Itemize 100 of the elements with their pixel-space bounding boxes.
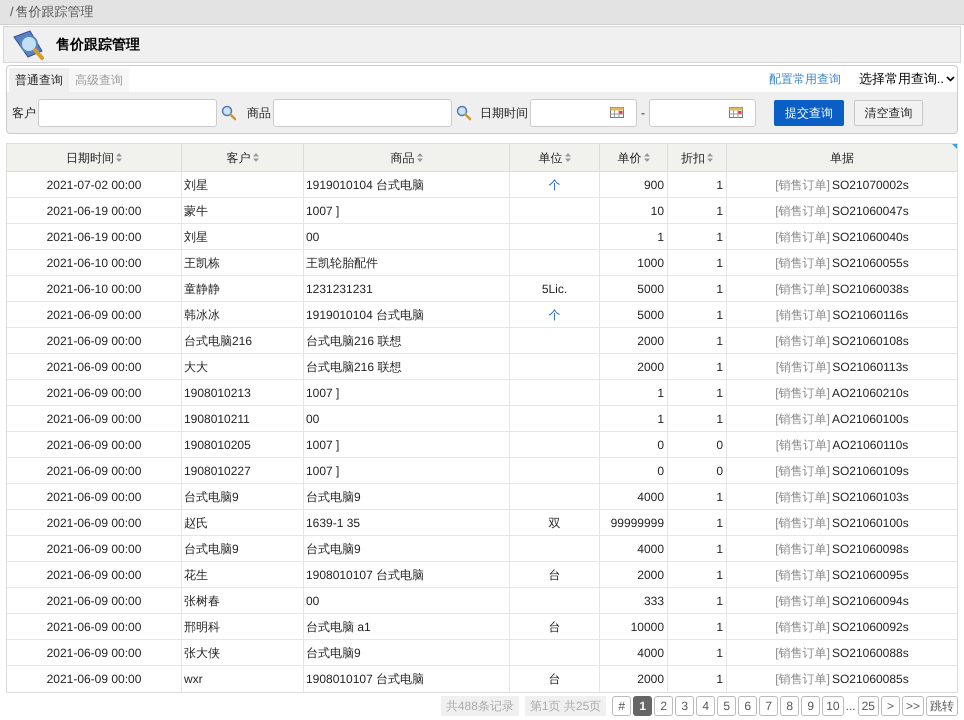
page-button[interactable]: 25 [858,696,879,716]
sort-icon[interactable] [564,153,570,162]
document-type: [销售订单] [775,618,830,636]
table-cell: 10 [600,198,668,223]
table-cell: 1919010104 台式电脑 [304,172,510,197]
document-link[interactable]: SO21060109s [832,462,909,480]
table-cell: 0 [668,432,727,457]
page-button[interactable]: 3 [675,696,694,716]
column-header[interactable]: 单据 [727,144,957,171]
table-cell: 2021-06-09 00:00 [7,302,182,327]
document-link[interactable]: SO21060092s [832,618,909,636]
document-link[interactable]: SO21060085s [832,670,909,688]
page-button[interactable]: >> [902,696,924,716]
end-date-field[interactable] [649,98,756,126]
query-tab[interactable]: 普通查询 [9,68,69,92]
sort-icon[interactable] [644,153,650,162]
table-cell: 2021-06-09 00:00 [7,484,182,509]
page-button[interactable]: 5 [717,696,736,716]
table-cell: 1 [668,250,727,275]
product-field[interactable] [273,98,452,126]
table-cell: 刘星 [182,172,304,197]
document-link[interactable]: SO21060047s [832,202,909,220]
table-cell: 1007 ] [304,432,510,457]
document-link[interactable]: SO21060100s [832,514,909,532]
clear-query-button[interactable]: 清空查询 [854,100,923,126]
table-cell: 1 [668,302,727,327]
table-cell: 0 [600,458,668,483]
document-link[interactable]: SO21060095s [832,566,909,584]
sort-icon[interactable] [416,153,422,162]
customer-label: 客户 [12,104,36,122]
table-cell: 1 [668,588,727,613]
document-link[interactable]: AO21060110s [832,436,908,454]
document-type: [销售订单] [775,488,830,506]
document-link[interactable]: SO21060088s [832,644,909,662]
page-button[interactable]: 跳转 [926,696,958,716]
customer-field[interactable] [38,98,217,126]
table-cell: 5000 [600,276,668,301]
column-header[interactable]: 客户 [182,144,304,171]
document-link[interactable]: AO21060210s [832,384,909,402]
page-button[interactable]: 2 [654,696,674,716]
table-cell: 台式电脑9 [304,536,510,561]
document-link[interactable]: SO21060094s [832,592,909,610]
column-header[interactable]: 折扣 [668,144,727,171]
table-cell: 台式电脑 a1 [304,614,510,639]
table-cell: wxr [182,666,304,692]
submit-query-button[interactable]: 提交查询 [774,100,844,126]
page-button[interactable]: 8 [780,696,800,716]
table-cell: 台式电脑216 联想 [304,328,510,353]
document-link[interactable]: SO21060113s [832,358,908,376]
page-button[interactable]: 7 [759,696,778,716]
search-icon[interactable] [221,104,237,120]
breadcrumb-item[interactable]: 售价跟踪管理 [16,2,94,22]
table-cell: 4000 [600,640,668,665]
calendar-icon[interactable] [610,107,624,118]
table-cell: 台式电脑9 [182,536,304,561]
column-header[interactable]: 商品 [304,144,510,171]
calendar-icon[interactable] [729,107,743,118]
table-cell: 1 [668,276,727,301]
document-link[interactable]: SO21060103s [832,488,909,506]
document-link[interactable]: SO21070002s [832,176,909,194]
document-type: [销售订单] [775,228,830,246]
table-cell: 1 [668,484,727,509]
search-icon[interactable] [456,104,472,120]
sort-icon[interactable] [116,153,122,162]
document-link[interactable]: SO21060116s [832,306,908,324]
sort-icon[interactable] [707,153,713,162]
table-cell: 刘星 [182,224,304,249]
column-header[interactable]: 单位 [510,144,600,171]
saved-query-select[interactable]: 选择常用查询.. [858,69,955,89]
date-separator: - [641,104,645,122]
document-link[interactable]: SO21060038s [832,280,909,298]
column-header[interactable]: 日期时间 [7,144,182,171]
document-type: [销售订单] [775,410,830,428]
page-info: 第1页 共25页 [524,696,606,716]
table-cell: 1 [600,224,668,249]
page-button[interactable]: 1 [633,696,652,716]
page-button[interactable]: 6 [738,696,758,716]
document-link[interactable]: SO21060040s [832,228,909,246]
table-cell: 大大 [182,354,304,379]
config-query-link[interactable]: 配置常用查询 [768,70,841,88]
table-cell: 2021-06-09 00:00 [7,406,182,431]
document-link[interactable]: SO21060098s [832,540,909,558]
document-link[interactable]: SO21060108s [832,332,909,350]
table-cell: 2021-06-10 00:00 [7,276,182,301]
sort-icon[interactable] [252,153,258,162]
column-header[interactable]: 单价 [600,144,668,171]
page-button[interactable]: 10 [822,696,844,716]
record-count: 共488条记录 [440,696,519,716]
page-button[interactable]: 9 [801,696,820,716]
start-date-field[interactable] [530,98,637,126]
page-button[interactable]: > [880,696,900,716]
table-cell: 王凯轮胎配件 [304,250,510,275]
table-cell: 900 [600,172,668,197]
page-button[interactable]: # [612,696,632,716]
document-link[interactable]: AO21060100s [832,410,909,428]
document-link[interactable]: SO21060055s [832,254,909,272]
page-button[interactable]: 4 [696,696,716,716]
table-cell: 1 [600,406,668,431]
table-cell: 2021-06-09 00:00 [7,432,182,457]
table-cell: 1007 ] [304,380,510,405]
